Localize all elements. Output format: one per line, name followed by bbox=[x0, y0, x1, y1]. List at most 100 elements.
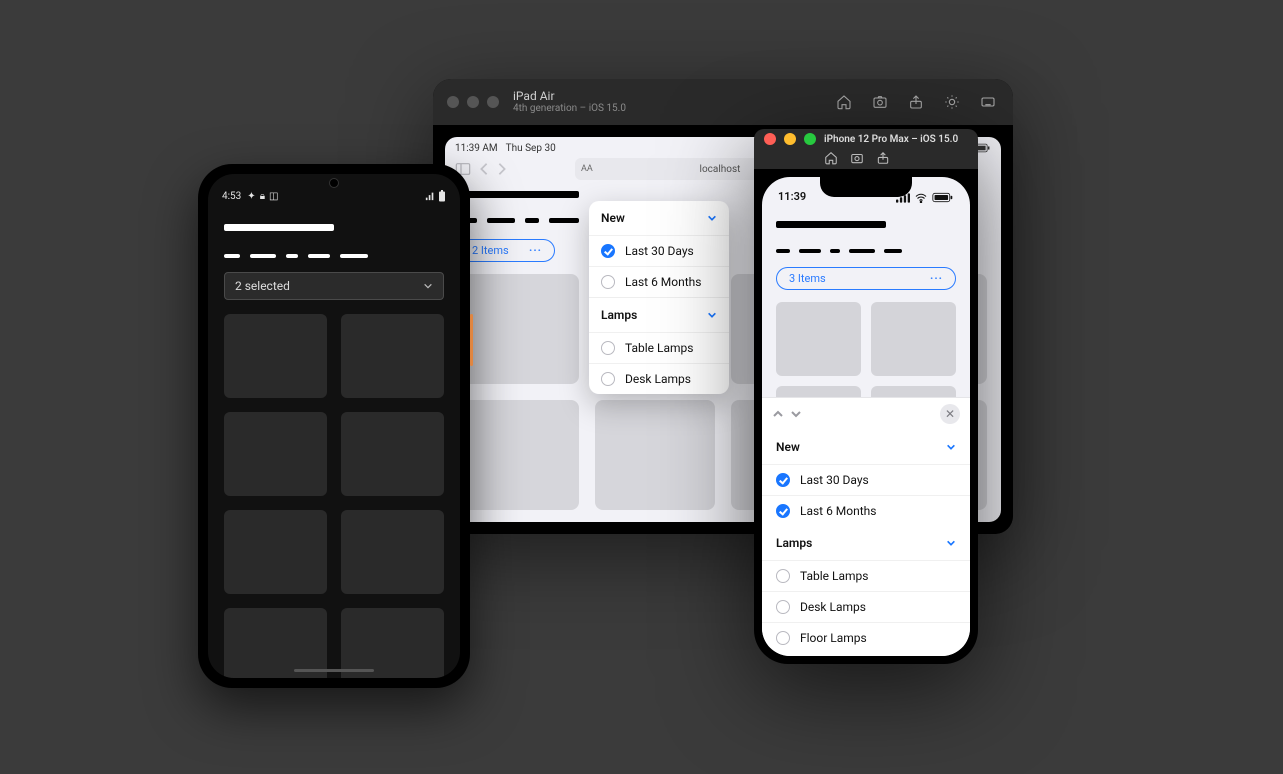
popup-option-last30[interactable]: Last 30 Days bbox=[589, 235, 729, 266]
chevron-up-icon[interactable] bbox=[772, 408, 784, 420]
sheet-option-last30[interactable]: Last 30 Days bbox=[762, 464, 970, 495]
product-tile[interactable] bbox=[224, 314, 327, 398]
share-icon[interactable] bbox=[905, 91, 927, 113]
filter-popup: New Last 30 Days Last 6 Months Lamps bbox=[589, 201, 729, 394]
window-minimize-icon[interactable] bbox=[784, 133, 796, 145]
sheet-section-lamps[interactable]: Lamps bbox=[762, 526, 970, 560]
popup-option-label: Table Lamps bbox=[625, 341, 693, 355]
share-icon[interactable] bbox=[876, 151, 890, 165]
android-status-time: 4:53 bbox=[222, 191, 241, 202]
iphone-screen: 11:39 3 Ite bbox=[762, 177, 970, 656]
iphone-titlebar: iPhone 12 Pro Max – iOS 15.0 bbox=[754, 129, 978, 169]
ipad-status-time: 11:39 AM bbox=[455, 143, 498, 154]
items-filter-chip[interactable]: 2 Items ··· bbox=[459, 239, 555, 262]
items-chip-label: 3 Items bbox=[789, 272, 826, 285]
filter-select[interactable]: 2 selected bbox=[224, 272, 444, 300]
product-tile[interactable] bbox=[341, 510, 444, 594]
sheet-option-label: Desk Lamps bbox=[800, 600, 866, 614]
sheet-handle-row: ✕ bbox=[762, 398, 970, 430]
iphone-status-time: 11:39 bbox=[778, 190, 806, 203]
popup-section-label: Lamps bbox=[601, 308, 637, 322]
filter-select-label: 2 selected bbox=[235, 279, 290, 293]
home-icon[interactable] bbox=[824, 151, 838, 165]
page-heading bbox=[224, 216, 444, 262]
sheet-option-label: Floor Lamps bbox=[800, 631, 867, 645]
popup-section-lamps[interactable]: Lamps bbox=[589, 297, 729, 332]
home-icon[interactable] bbox=[833, 91, 855, 113]
popup-option-label: Desk Lamps bbox=[625, 372, 691, 386]
sheet-section-label: Lamps bbox=[776, 536, 812, 550]
popup-option-table-lamps[interactable]: Table Lamps bbox=[589, 332, 729, 363]
sheet-option-desk-lamps[interactable]: Desk Lamps bbox=[762, 591, 970, 622]
sheet-option-label: Last 30 Days bbox=[800, 473, 869, 487]
signal-icon bbox=[425, 191, 435, 201]
product-tile[interactable] bbox=[341, 314, 444, 398]
product-tile[interactable] bbox=[341, 608, 444, 678]
window-close-icon[interactable] bbox=[447, 96, 459, 108]
chip-more-icon[interactable]: ··· bbox=[930, 272, 943, 285]
chevron-down-icon[interactable] bbox=[790, 408, 802, 420]
lock-icon: 🔒︎ bbox=[260, 191, 265, 202]
product-tile[interactable] bbox=[224, 608, 327, 678]
screenshot-icon[interactable] bbox=[850, 151, 864, 165]
popup-option-desk-lamps[interactable]: Desk Lamps bbox=[589, 363, 729, 394]
product-tile[interactable] bbox=[341, 412, 444, 496]
popup-section-label: New bbox=[601, 211, 625, 225]
back-icon[interactable] bbox=[479, 162, 489, 176]
window-controls[interactable] bbox=[447, 96, 499, 108]
url-text: localhost bbox=[700, 164, 741, 175]
radio-icon bbox=[601, 341, 615, 355]
brightness-icon[interactable] bbox=[941, 91, 963, 113]
reader-aa-icon[interactable]: AA bbox=[581, 164, 593, 174]
filter-bottom-sheet: ✕ New Last 30 Days Last 6 Months Lamps bbox=[762, 397, 970, 656]
popup-option-label: Last 6 Months bbox=[625, 275, 701, 289]
chip-more-icon[interactable]: ··· bbox=[529, 244, 542, 257]
window-title: iPad Air bbox=[513, 89, 626, 103]
product-tile[interactable] bbox=[459, 274, 579, 384]
radio-icon bbox=[601, 275, 615, 289]
window-zoom-icon[interactable] bbox=[487, 96, 499, 108]
sheet-option-table-lamps[interactable]: Table Lamps bbox=[762, 560, 970, 591]
keyboard-icon[interactable] bbox=[977, 91, 999, 113]
chevron-down-icon bbox=[946, 442, 956, 452]
camera-icon bbox=[313, 178, 355, 188]
iphone-simulator-window: iPhone 12 Pro Max – iOS 15.0 11:39 bbox=[754, 129, 978, 664]
battery-icon bbox=[438, 190, 446, 202]
wifi-icon bbox=[914, 193, 928, 203]
sheet-option-label: Last 6 Months bbox=[800, 504, 876, 518]
forward-icon[interactable] bbox=[497, 162, 507, 176]
window-title-block: iPad Air 4th generation – iOS 15.0 bbox=[513, 89, 626, 115]
window-subtitle: 4th generation – iOS 15.0 bbox=[513, 103, 626, 115]
sheet-option-last6[interactable]: Last 6 Months bbox=[762, 495, 970, 526]
product-tile[interactable] bbox=[224, 510, 327, 594]
close-icon[interactable]: ✕ bbox=[940, 404, 960, 424]
notification-icon: ✦ bbox=[247, 191, 255, 202]
android-page-content: 2 selected bbox=[208, 206, 460, 678]
radio-icon bbox=[776, 631, 790, 645]
iphone-notch bbox=[820, 177, 912, 197]
android-screen: 4:53 ✦ 🔒︎ ◫ 2 selected bbox=[208, 174, 460, 678]
items-filter-chip[interactable]: 3 Items ··· bbox=[776, 267, 956, 290]
product-tile[interactable] bbox=[871, 302, 956, 376]
window-controls[interactable] bbox=[764, 133, 816, 145]
product-tile[interactable] bbox=[595, 400, 715, 510]
sheet-option-label: Table Lamps bbox=[800, 569, 868, 583]
radio-checked-icon bbox=[601, 244, 615, 258]
radio-checked-icon bbox=[776, 473, 790, 487]
window-minimize-icon[interactable] bbox=[467, 96, 479, 108]
product-tile[interactable] bbox=[776, 302, 861, 376]
popup-option-last6[interactable]: Last 6 Months bbox=[589, 266, 729, 297]
window-close-icon[interactable] bbox=[764, 133, 776, 145]
window-zoom-icon[interactable] bbox=[804, 133, 816, 145]
sheet-section-label: New bbox=[776, 440, 800, 454]
chevron-down-icon bbox=[707, 310, 717, 320]
ipad-status-date: Thu Sep 30 bbox=[506, 143, 556, 154]
page-heading bbox=[776, 213, 956, 257]
popup-section-new[interactable]: New bbox=[589, 201, 729, 235]
sheet-section-new[interactable]: New bbox=[762, 430, 970, 464]
sheet-option-floor-lamps[interactable]: Floor Lamps bbox=[762, 622, 970, 653]
product-tile[interactable] bbox=[224, 412, 327, 496]
product-tile[interactable] bbox=[459, 400, 579, 510]
screenshot-icon[interactable] bbox=[869, 91, 891, 113]
sheet-section-ceiling[interactable]: Ceiling bbox=[762, 653, 970, 656]
